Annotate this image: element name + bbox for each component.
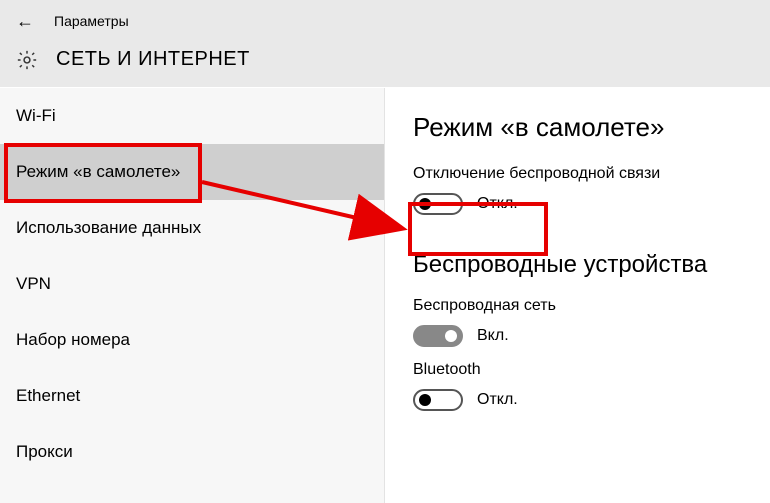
back-icon[interactable]: ← — [16, 12, 34, 30]
sidebar-item-dialup[interactable]: Набор номера — [0, 312, 384, 368]
page-heading: Режим «в самолете» — [413, 112, 746, 143]
wireless-net-toggle[interactable] — [413, 325, 463, 347]
wireless-net-toggle-state: Вкл. — [477, 327, 509, 345]
sidebar-item-vpn[interactable]: VPN — [0, 256, 384, 312]
sidebar-item-wifi[interactable]: Wi-Fi — [0, 88, 384, 144]
sidebar-item-airplane-mode[interactable]: Режим «в самолете» — [0, 144, 384, 200]
airplane-toggle-state: Откл. — [477, 195, 518, 213]
bluetooth-label: Bluetooth — [413, 361, 746, 379]
header: ← Параметры СЕТЬ И ИНТЕРНЕТ — [0, 0, 770, 88]
wireless-net-label: Беспроводная сеть — [413, 297, 746, 315]
window-title: Параметры — [54, 13, 129, 29]
gear-icon — [16, 49, 38, 71]
sidebar-item-label: VPN — [16, 274, 51, 293]
bluetooth-toggle[interactable] — [413, 389, 463, 411]
sidebar: Wi-Fi Режим «в самолете» Использование д… — [0, 88, 385, 503]
sidebar-item-data-usage[interactable]: Использование данных — [0, 200, 384, 256]
sidebar-item-proxy[interactable]: Прокси — [0, 424, 384, 480]
sidebar-item-label: Набор номера — [16, 330, 130, 349]
bluetooth-toggle-state: Откл. — [477, 391, 518, 409]
sidebar-item-label: Прокси — [16, 442, 73, 461]
wireless-devices-heading: Беспроводные устройства — [413, 251, 746, 279]
section-title: СЕТЬ И ИНТЕРНЕТ — [56, 48, 250, 71]
main-panel: Режим «в самолете» Отключение беспроводн… — [385, 88, 770, 503]
sidebar-item-ethernet[interactable]: Ethernet — [0, 368, 384, 424]
sidebar-item-label: Wi-Fi — [16, 106, 56, 125]
sidebar-item-label: Использование данных — [16, 218, 201, 237]
sidebar-item-label: Ethernet — [16, 386, 80, 405]
sidebar-item-label: Режим «в самолете» — [16, 162, 180, 181]
airplane-toggle[interactable] — [413, 193, 463, 215]
airplane-toggle-label: Отключение беспроводной связи — [413, 165, 746, 183]
